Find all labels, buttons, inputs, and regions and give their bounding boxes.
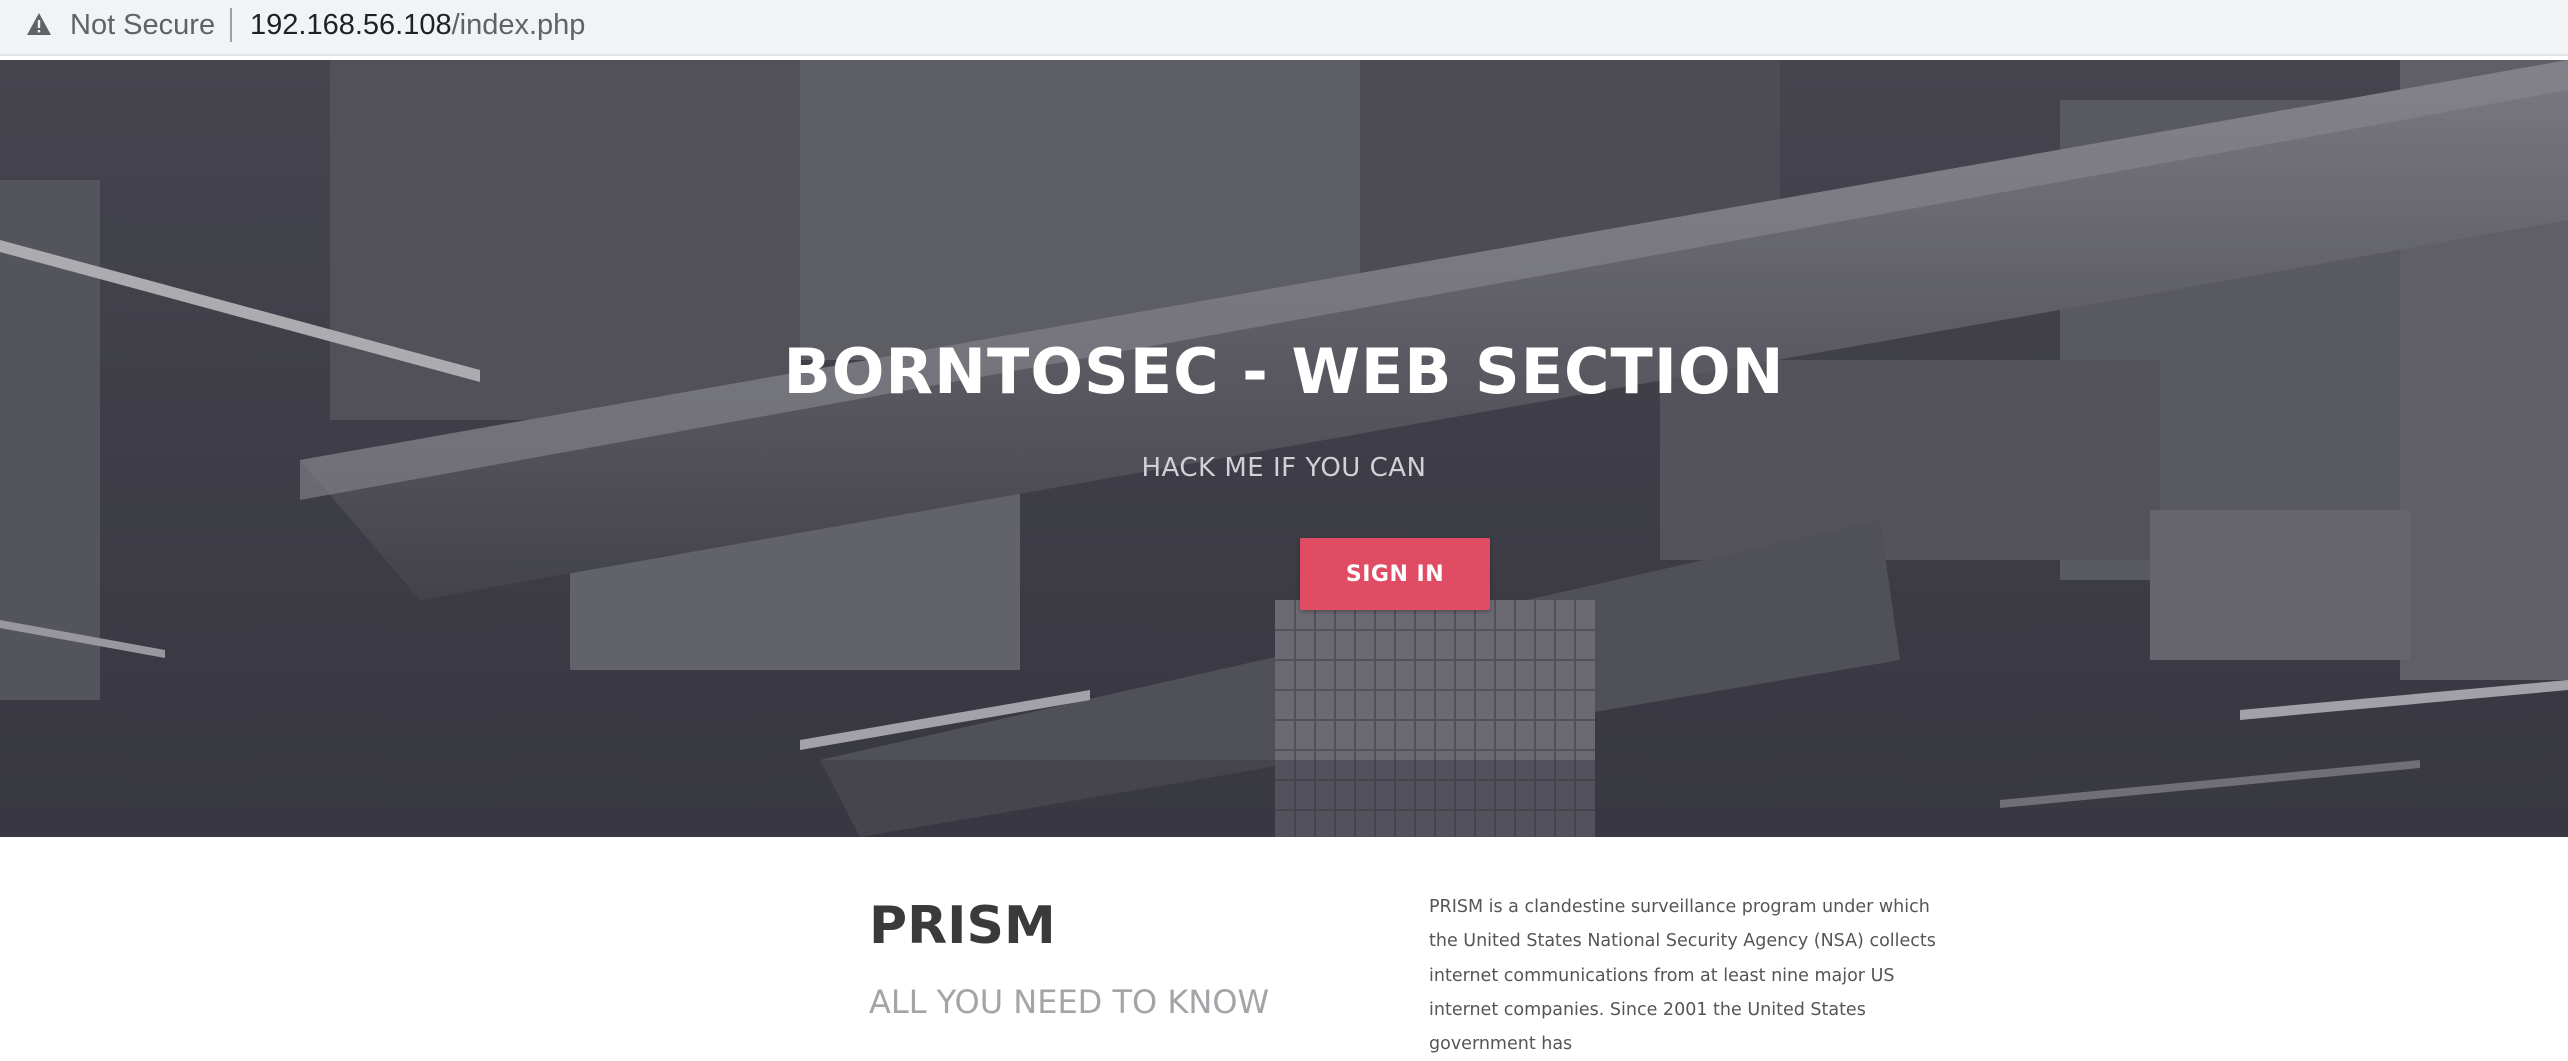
url-path: /index.php <box>451 9 586 41</box>
address-separator <box>230 8 232 42</box>
sign-in-button[interactable]: SIGN IN <box>1300 538 1490 610</box>
section-title: PRISM <box>869 896 1056 956</box>
url-host: 192.168.56.108 <box>250 9 452 41</box>
section-paragraph: PRISM is a clandestine surveillance prog… <box>1429 897 1936 1055</box>
url-text[interactable]: 192.168.56.108/index.php <box>250 7 585 43</box>
hero-title: BORNTOSEC - WEB SECTION <box>783 335 1785 408</box>
not-secure-label[interactable]: Not Secure <box>70 7 215 43</box>
browser-address-bar[interactable]: Not Secure 192.168.56.108/index.php <box>0 0 2568 56</box>
section-subtitle: ALL YOU NEED TO KNOW <box>869 983 1270 1021</box>
hero-overlay <box>0 60 2568 837</box>
hero-banner: BORNTOSEC - WEB SECTION HACK ME IF YOU C… <box>0 60 2568 837</box>
hero-subtitle: HACK ME IF YOU CAN <box>1141 453 1427 483</box>
warning-icon <box>27 13 51 35</box>
